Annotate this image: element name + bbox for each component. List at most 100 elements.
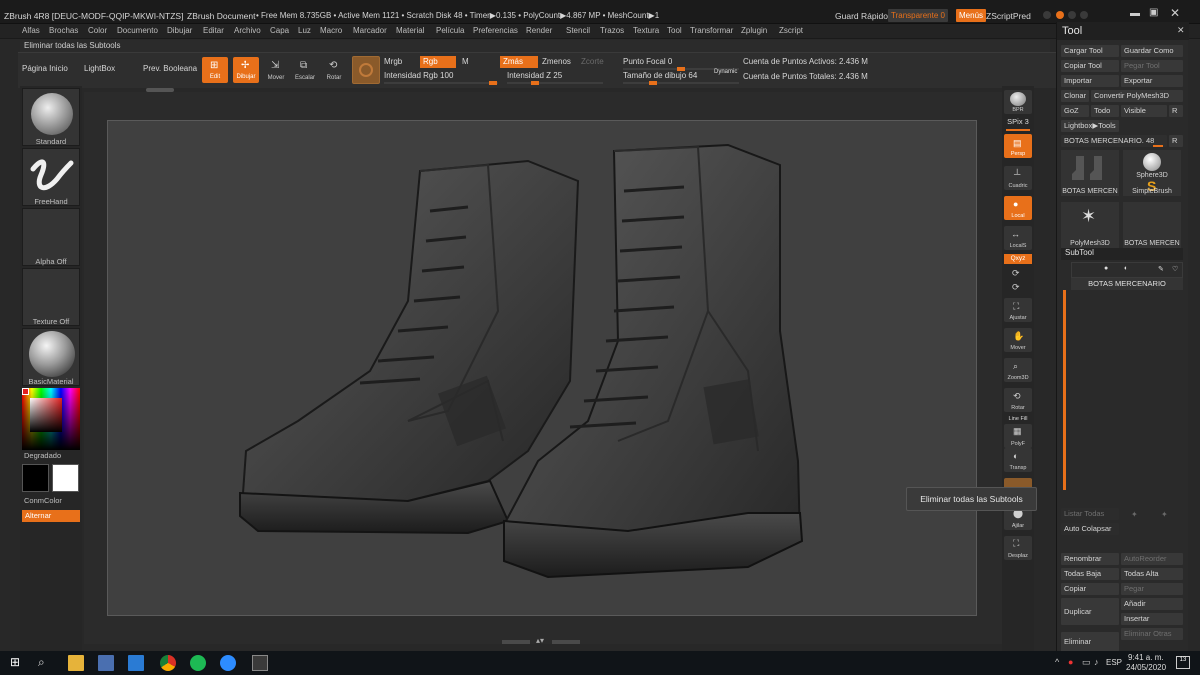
switch-color-button[interactable]: ConmColor — [20, 496, 82, 505]
list-all-button[interactable]: Listar Todas — [1061, 508, 1119, 520]
zadd-button[interactable]: Zmás — [500, 56, 538, 68]
tool-thumb-boots-2[interactable]: BOTAS MERCEN — [1123, 202, 1181, 248]
menu-brochas[interactable]: Brochas — [49, 26, 78, 35]
lightbox-tools-button[interactable]: Lightbox▶Tools — [1061, 120, 1119, 132]
delete-button[interactable]: Eliminar — [1061, 632, 1119, 652]
spotify-icon[interactable] — [190, 655, 206, 671]
save-as-button[interactable]: Guardar Como — [1121, 45, 1183, 57]
menu-marcador[interactable]: Marcador — [353, 26, 387, 35]
zcut-button[interactable]: Zcorte — [581, 57, 604, 66]
menu-color[interactable]: Color — [88, 26, 107, 35]
goz-visible-button[interactable]: Visible — [1121, 105, 1167, 117]
store-icon[interactable] — [98, 655, 114, 671]
solo-button[interactable]: ⛶ Desplaz — [1004, 536, 1032, 560]
local-sym-button[interactable]: ↔ LocalS — [1004, 226, 1032, 250]
tray-app-icon[interactable]: ● — [1068, 657, 1073, 667]
zscript-button[interactable]: ZScriptPred — [986, 11, 1031, 21]
tool-panel-header[interactable]: Tool ✕ — [1057, 22, 1189, 40]
spix-slider[interactable]: SPix 3 — [1004, 117, 1032, 126]
move-view-button[interactable]: ✋ Mover — [1004, 328, 1032, 352]
current-tool-knob[interactable] — [1153, 145, 1163, 147]
notifications-icon[interactable]: 13 — [1176, 656, 1190, 669]
tool-thumb-sphere3d[interactable]: Sphere3D S SimpleBrush — [1123, 150, 1181, 196]
menu-documento[interactable]: Documento — [117, 26, 158, 35]
material-swatch[interactable] — [352, 56, 380, 84]
menu-archivo[interactable]: Archivo — [234, 26, 261, 35]
copy-tool-button[interactable]: Copiar Tool — [1061, 60, 1119, 72]
theme-icon[interactable] — [1068, 11, 1076, 19]
subtool-polygroup-icon[interactable]: ◐ — [1124, 265, 1128, 272]
network-icon[interactable]: ▭ — [1082, 657, 1091, 668]
subtool-scrollbar[interactable] — [1063, 290, 1066, 490]
z-intensity-knob[interactable] — [531, 81, 539, 85]
insert-button[interactable]: Insertar — [1121, 613, 1183, 625]
persp-button[interactable]: ▤ Persp — [1004, 134, 1032, 158]
floor-button[interactable]: ┴ Cuadric — [1004, 166, 1032, 190]
menu-render[interactable]: Render — [526, 26, 552, 35]
move-button[interactable]: ⇲ Mover — [265, 57, 287, 83]
import-button[interactable]: Importar — [1061, 75, 1119, 87]
goz-all-button[interactable]: Todo — [1091, 105, 1119, 117]
menu-alfas[interactable]: Alfas — [22, 26, 40, 35]
subtool-eye-icon[interactable]: ♡ — [1172, 265, 1178, 273]
menu-material[interactable]: Material — [396, 26, 424, 35]
main-color-swatch[interactable] — [52, 464, 79, 492]
canvas-scroll-right[interactable] — [552, 640, 580, 644]
help-icon[interactable] — [1043, 11, 1051, 19]
lightbox-button[interactable]: LightBox — [84, 64, 115, 73]
clock-date[interactable]: 24/05/2020 — [1126, 663, 1166, 672]
menus-toggle[interactable]: Menús — [956, 9, 987, 22]
menu-transformar[interactable]: Transformar — [690, 26, 733, 35]
clone-button[interactable]: Clonar — [1061, 90, 1089, 102]
language-indicator[interactable]: ESP — [1106, 658, 1122, 667]
rgb-intensity-slider[interactable]: Intensidad Rgb 100 — [384, 71, 498, 85]
tool-thumb-polymesh3d[interactable]: ✶ PolyMesh3D — [1061, 202, 1119, 248]
current-tool-r-button[interactable]: R — [1169, 135, 1183, 147]
minimize-icon[interactable]: ▬ — [1130, 8, 1140, 19]
volume-icon[interactable]: ♪ — [1094, 657, 1099, 667]
all-low-button[interactable]: Todas Baja — [1061, 568, 1119, 580]
paste-button[interactable]: Pegar — [1121, 583, 1183, 595]
live-boolean-button[interactable]: Prev. Booleana — [143, 64, 197, 73]
append-button[interactable]: Añadir — [1121, 598, 1183, 610]
tray-arrow-icon[interactable]: ^ — [1055, 657, 1059, 667]
menu-zscript[interactable]: Zscript — [779, 26, 803, 35]
menu-luz[interactable]: Luz — [298, 26, 311, 35]
scale-button[interactable]: ⧉ Escalar — [294, 57, 316, 83]
goz-r-button[interactable]: R — [1169, 105, 1183, 117]
color-picker[interactable] — [22, 388, 80, 450]
frame-button[interactable]: ⛶ Ajustar — [1004, 298, 1032, 322]
duplicate-button[interactable]: Duplicar — [1061, 598, 1119, 625]
layout-icon[interactable] — [1056, 11, 1064, 19]
load-tool-button[interactable]: Cargar Tool — [1061, 45, 1119, 57]
secondary-color-swatch[interactable] — [22, 464, 49, 492]
draw-button[interactable]: ✢ Dibujar — [233, 57, 259, 83]
panel-close-icon[interactable]: ✕ — [1177, 25, 1185, 36]
rotate-y-icon[interactable]: ⟳ — [1012, 268, 1020, 279]
search-icon[interactable]: ⌕ — [38, 655, 54, 671]
tool-thumb-boots[interactable]: BOTAS MERCEN — [1061, 150, 1119, 196]
subtool-brush-icon[interactable]: ✎ — [1158, 265, 1164, 273]
zsub-button[interactable]: Zmenos — [542, 57, 571, 66]
menu-macro[interactable]: Macro — [320, 26, 342, 35]
paste-tool-button[interactable]: Pegar Tool — [1121, 60, 1183, 72]
menu-preferencias[interactable]: Preferencias — [473, 26, 518, 35]
mrgb-button[interactable]: Mrgb — [384, 57, 402, 66]
xyz-button[interactable]: Qxyz — [1004, 254, 1032, 264]
arrow-up-icon[interactable]: ✦ — [1131, 510, 1138, 519]
rotate-button[interactable]: ⟲ Rotar — [323, 57, 345, 83]
menu-dibujar[interactable]: Dibujar — [167, 26, 192, 35]
windows-start-icon[interactable]: ⊞ — [10, 655, 26, 671]
teamviewer-icon[interactable] — [220, 655, 236, 671]
m-button[interactable]: M — [462, 57, 469, 66]
mail-icon[interactable] — [128, 655, 144, 671]
convert-polymesh-button[interactable]: Convertir PolyMesh3D — [1091, 90, 1183, 102]
z-intensity-slider[interactable]: Intensidad Z 25 — [507, 71, 603, 85]
auto-collapse-button[interactable]: Auto Colapsar — [1061, 523, 1119, 535]
export-button[interactable]: Exportar — [1121, 75, 1183, 87]
autoreorder-button[interactable]: AutoReorder — [1121, 553, 1183, 565]
focal-shift-slider[interactable]: Punto Focal 0 — [623, 57, 739, 71]
rotate-view-button[interactable]: ⟲ Rotar — [1004, 388, 1032, 412]
arrow-down-icon[interactable]: ✦ — [1161, 510, 1168, 519]
maximize-icon[interactable]: ▣ — [1149, 7, 1158, 18]
